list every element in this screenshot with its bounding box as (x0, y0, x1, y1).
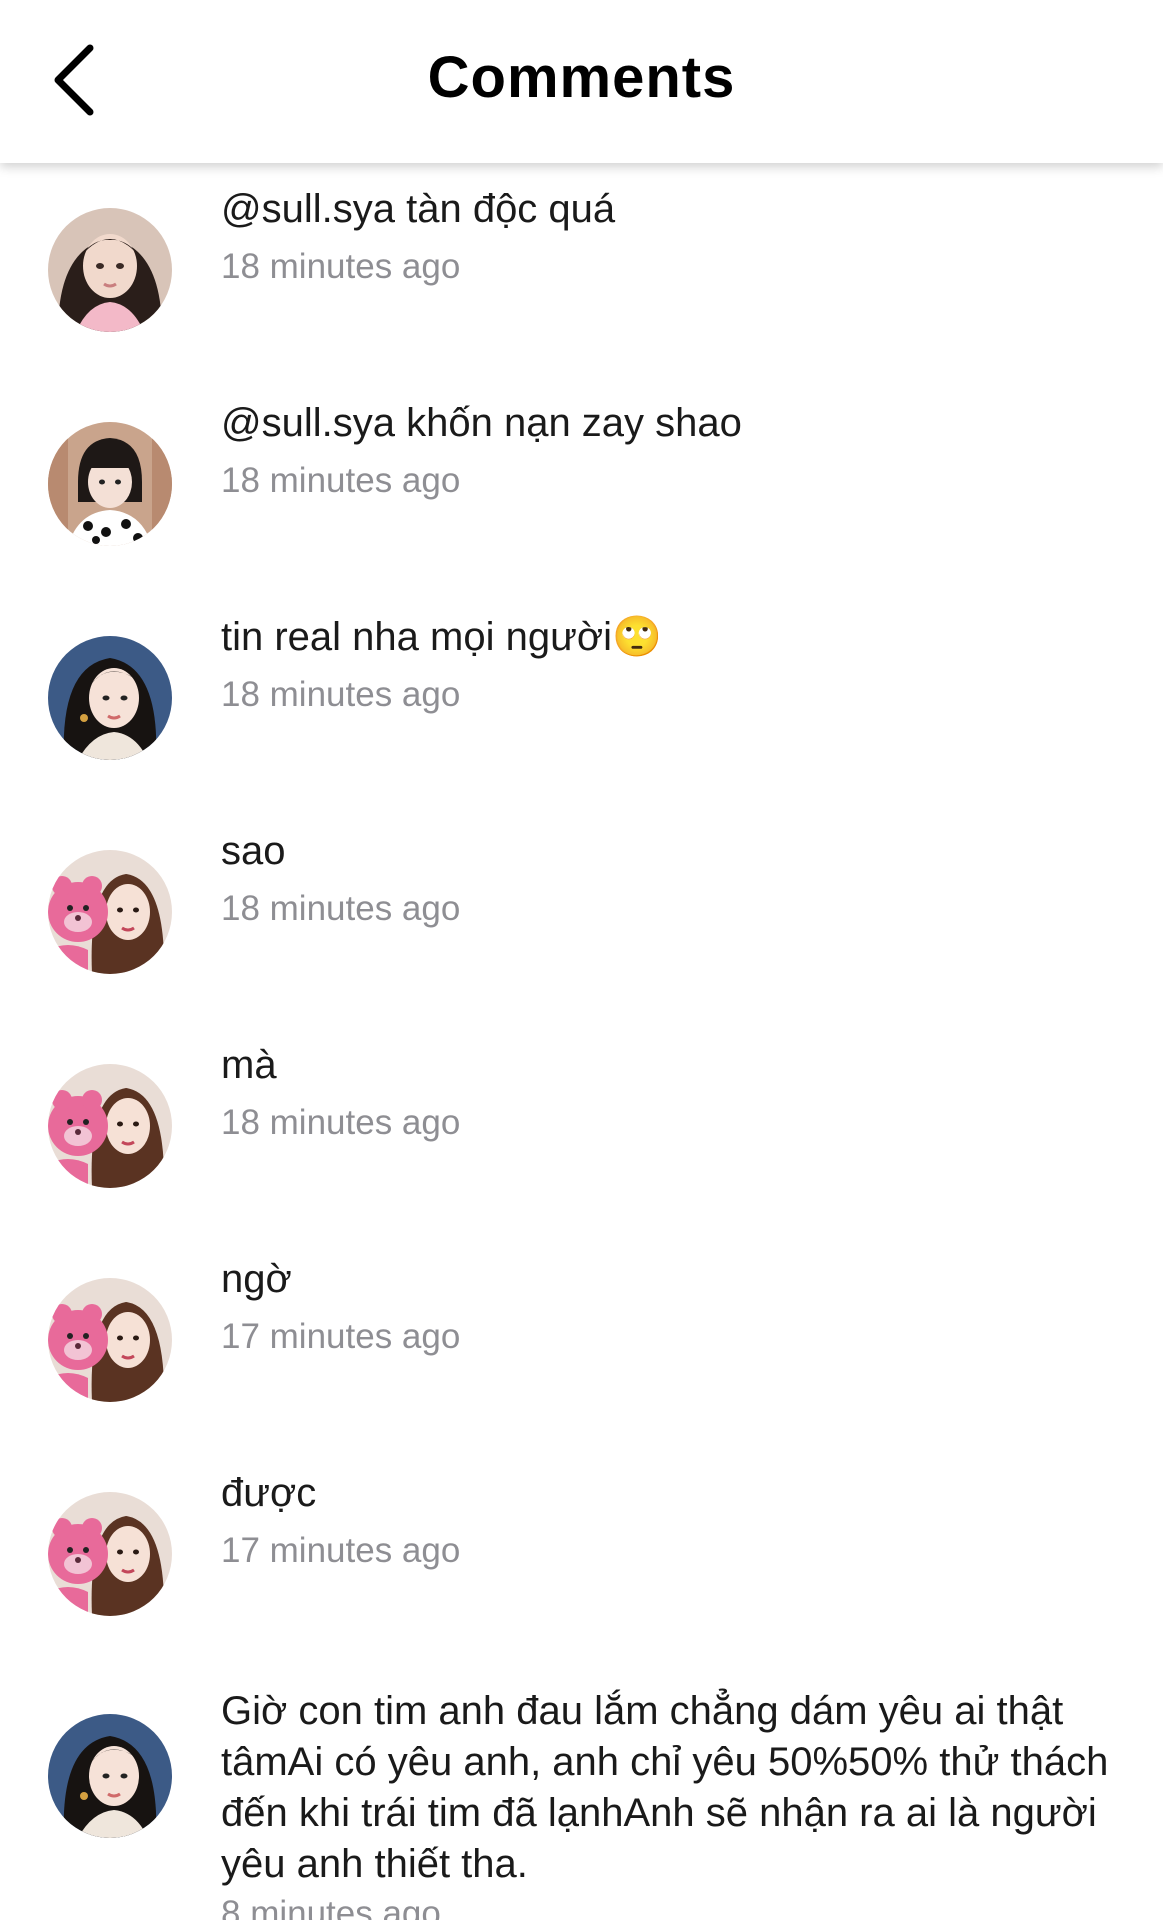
comment-text: @sull.sya khốn nạn zay shao (221, 401, 742, 445)
comment-body: @sull.sya tàn độc quá 18 minutes ago (221, 183, 1123, 291)
comment-body: Giờ con tim anh đau lắm chẳng dám yêu ai… (221, 1686, 1123, 1920)
comment-body: mà 18 minutes ago (221, 1039, 1123, 1147)
comment-timestamp: 18 minutes ago (221, 247, 461, 286)
comment-row[interactable]: sao 18 minutes ago (0, 805, 1163, 1019)
comment-timestamp: 18 minutes ago (221, 675, 461, 714)
comment-row[interactable]: @sull.sya tàn độc quá 18 minutes ago (0, 163, 1163, 377)
comment-body: được 17 minutes ago (221, 1467, 1123, 1575)
comment-text: mà (221, 1043, 277, 1087)
comment-text: sao (221, 829, 286, 873)
comment-timestamp: 18 minutes ago (221, 1103, 461, 1142)
comment-text: được (221, 1471, 317, 1515)
comment-row[interactable]: @sull.sya khốn nạn zay shao 18 minutes a… (0, 377, 1163, 591)
comment-row[interactable]: tin real nha mọi người🙄 18 minutes ago (0, 591, 1163, 805)
comment-text: @sull.sya tàn độc quá (221, 187, 616, 231)
comment-body: @sull.sya khốn nạn zay shao 18 minutes a… (221, 397, 1123, 505)
avatar[interactable] (48, 1278, 172, 1402)
comment-timestamp: 17 minutes ago (221, 1531, 461, 1570)
avatar[interactable] (48, 636, 172, 760)
comment-row[interactable]: được 17 minutes ago (0, 1447, 1163, 1661)
comment-timestamp: 8 minutes ago (221, 1894, 441, 1920)
comment-text: ngờ (221, 1257, 292, 1301)
page-title: Comments (427, 45, 736, 110)
avatar[interactable] (48, 422, 172, 546)
comment-list[interactable]: @sull.sya tàn độc quá 18 minutes ago @su… (0, 163, 1163, 1920)
comments-screen: Comments @sull.sya tàn độc quá 18 minute… (0, 0, 1163, 1920)
comment-row[interactable]: mà 18 minutes ago (0, 1019, 1163, 1233)
comment-timestamp: 18 minutes ago (221, 461, 461, 500)
comment-body: tin real nha mọi người🙄 18 minutes ago (221, 611, 1123, 719)
comment-body: sao 18 minutes ago (221, 825, 1123, 933)
comment-timestamp: 18 minutes ago (221, 889, 461, 928)
avatar[interactable] (48, 1492, 172, 1616)
avatar[interactable] (48, 1064, 172, 1188)
avatar[interactable] (48, 1714, 172, 1838)
avatar[interactable] (48, 208, 172, 332)
comment-row[interactable]: ngờ 17 minutes ago (0, 1233, 1163, 1447)
comment-body: ngờ 17 minutes ago (221, 1253, 1123, 1361)
comment-timestamp: 17 minutes ago (221, 1317, 461, 1356)
comment-row[interactable]: Giờ con tim anh đau lắm chẳng dám yêu ai… (0, 1661, 1163, 1920)
avatar[interactable] (48, 850, 172, 974)
comment-text: tin real nha mọi người🙄 (221, 615, 662, 659)
comment-text: Giờ con tim anh đau lắm chẳng dám yêu ai… (221, 1689, 1120, 1886)
header-bar: Comments (0, 0, 1163, 163)
